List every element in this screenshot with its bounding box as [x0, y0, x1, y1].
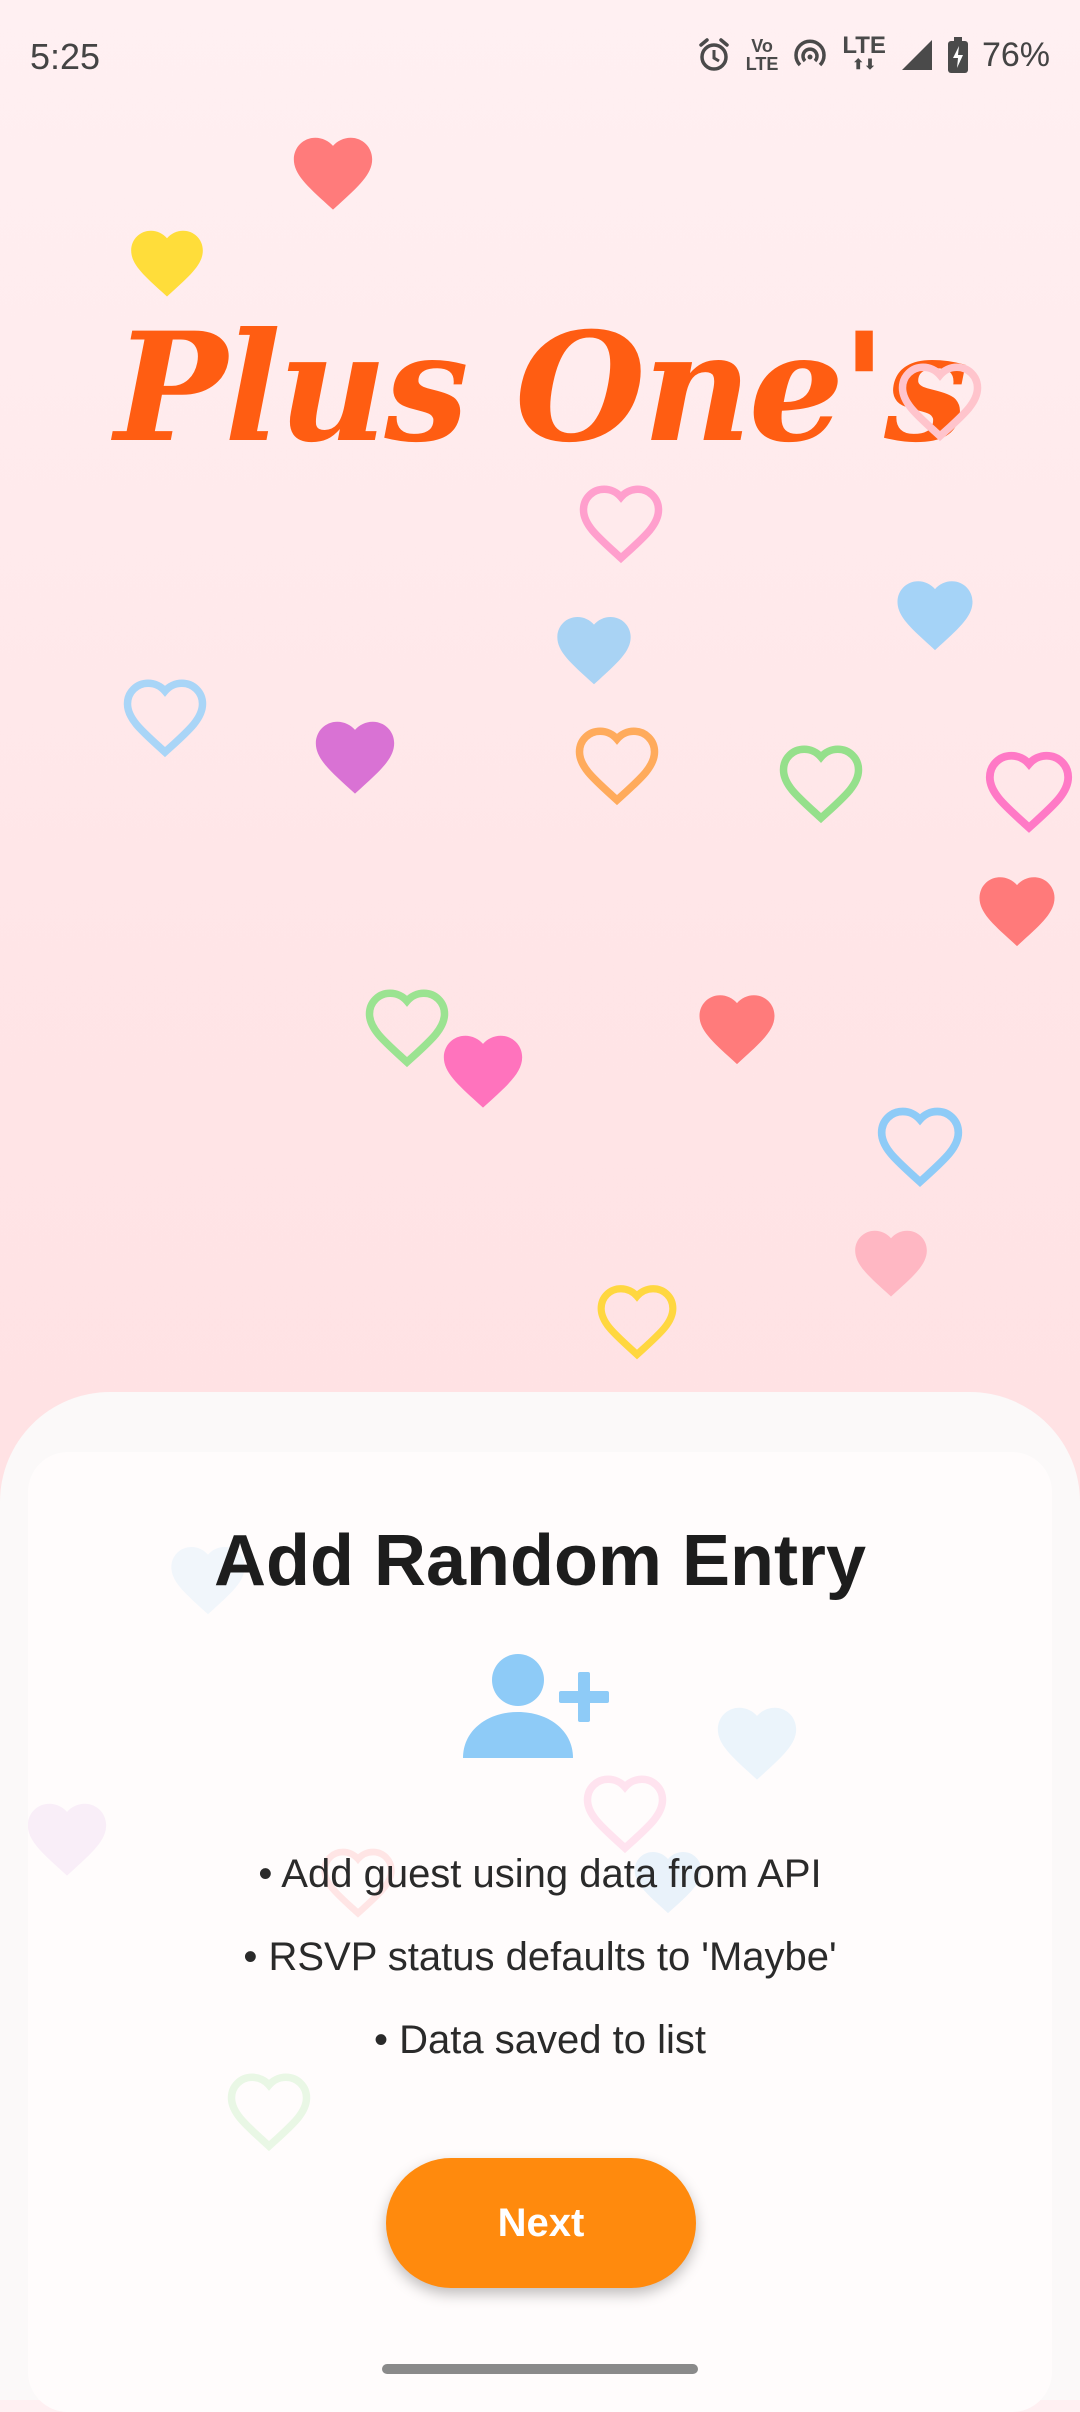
heart-icon — [972, 866, 1062, 960]
heart-icon — [895, 356, 985, 450]
heart-icon — [436, 1024, 530, 1122]
status-icons: Vo LTE LTE ⬆⬇ 76% — [696, 32, 1050, 78]
heart-icon — [776, 738, 866, 832]
info-card: Add Random Entry • Add guest using data … — [28, 1452, 1052, 2412]
heart-icon — [848, 1220, 934, 1310]
heart-icon — [308, 710, 402, 808]
heart-icon — [982, 744, 1076, 842]
battery-charging-icon — [947, 37, 968, 73]
card-title: Add Random Entry — [213, 1521, 866, 1601]
hotspot-icon — [792, 37, 828, 73]
heart-icon — [286, 126, 380, 224]
volte-icon: Vo LTE — [745, 36, 779, 74]
heart-icon — [120, 672, 210, 766]
heart-icon — [576, 478, 666, 572]
alarm-icon — [696, 37, 732, 73]
status-time: 5:25 — [30, 36, 101, 77]
signal-icon — [900, 38, 934, 72]
status-bar: 5:25 Vo LTE LTE ⬆⬇ 76% — [0, 0, 1080, 110]
bullet-item: • Add guest using data from API — [258, 1852, 822, 1896]
heart-icon — [692, 984, 782, 1078]
battery-percent: 76% — [981, 35, 1050, 74]
home-indicator[interactable] — [382, 2364, 698, 2374]
heart-icon — [874, 1100, 966, 1196]
heart-icon — [710, 1696, 804, 1794]
heart-icon — [224, 2066, 314, 2160]
heart-icon — [550, 606, 638, 698]
bullet-item: • RSVP status defaults to 'Maybe' — [243, 1935, 837, 1979]
add-person-icon — [463, 1652, 613, 1766]
heart-icon — [594, 1278, 680, 1368]
lte-icon: LTE ⬆⬇ — [842, 32, 886, 73]
next-button[interactable]: Next — [386, 2158, 696, 2288]
heart-icon — [890, 570, 980, 664]
heart-icon — [124, 220, 210, 310]
heart-icon — [572, 720, 662, 814]
bullet-item: • Data saved to list — [374, 2018, 706, 2062]
